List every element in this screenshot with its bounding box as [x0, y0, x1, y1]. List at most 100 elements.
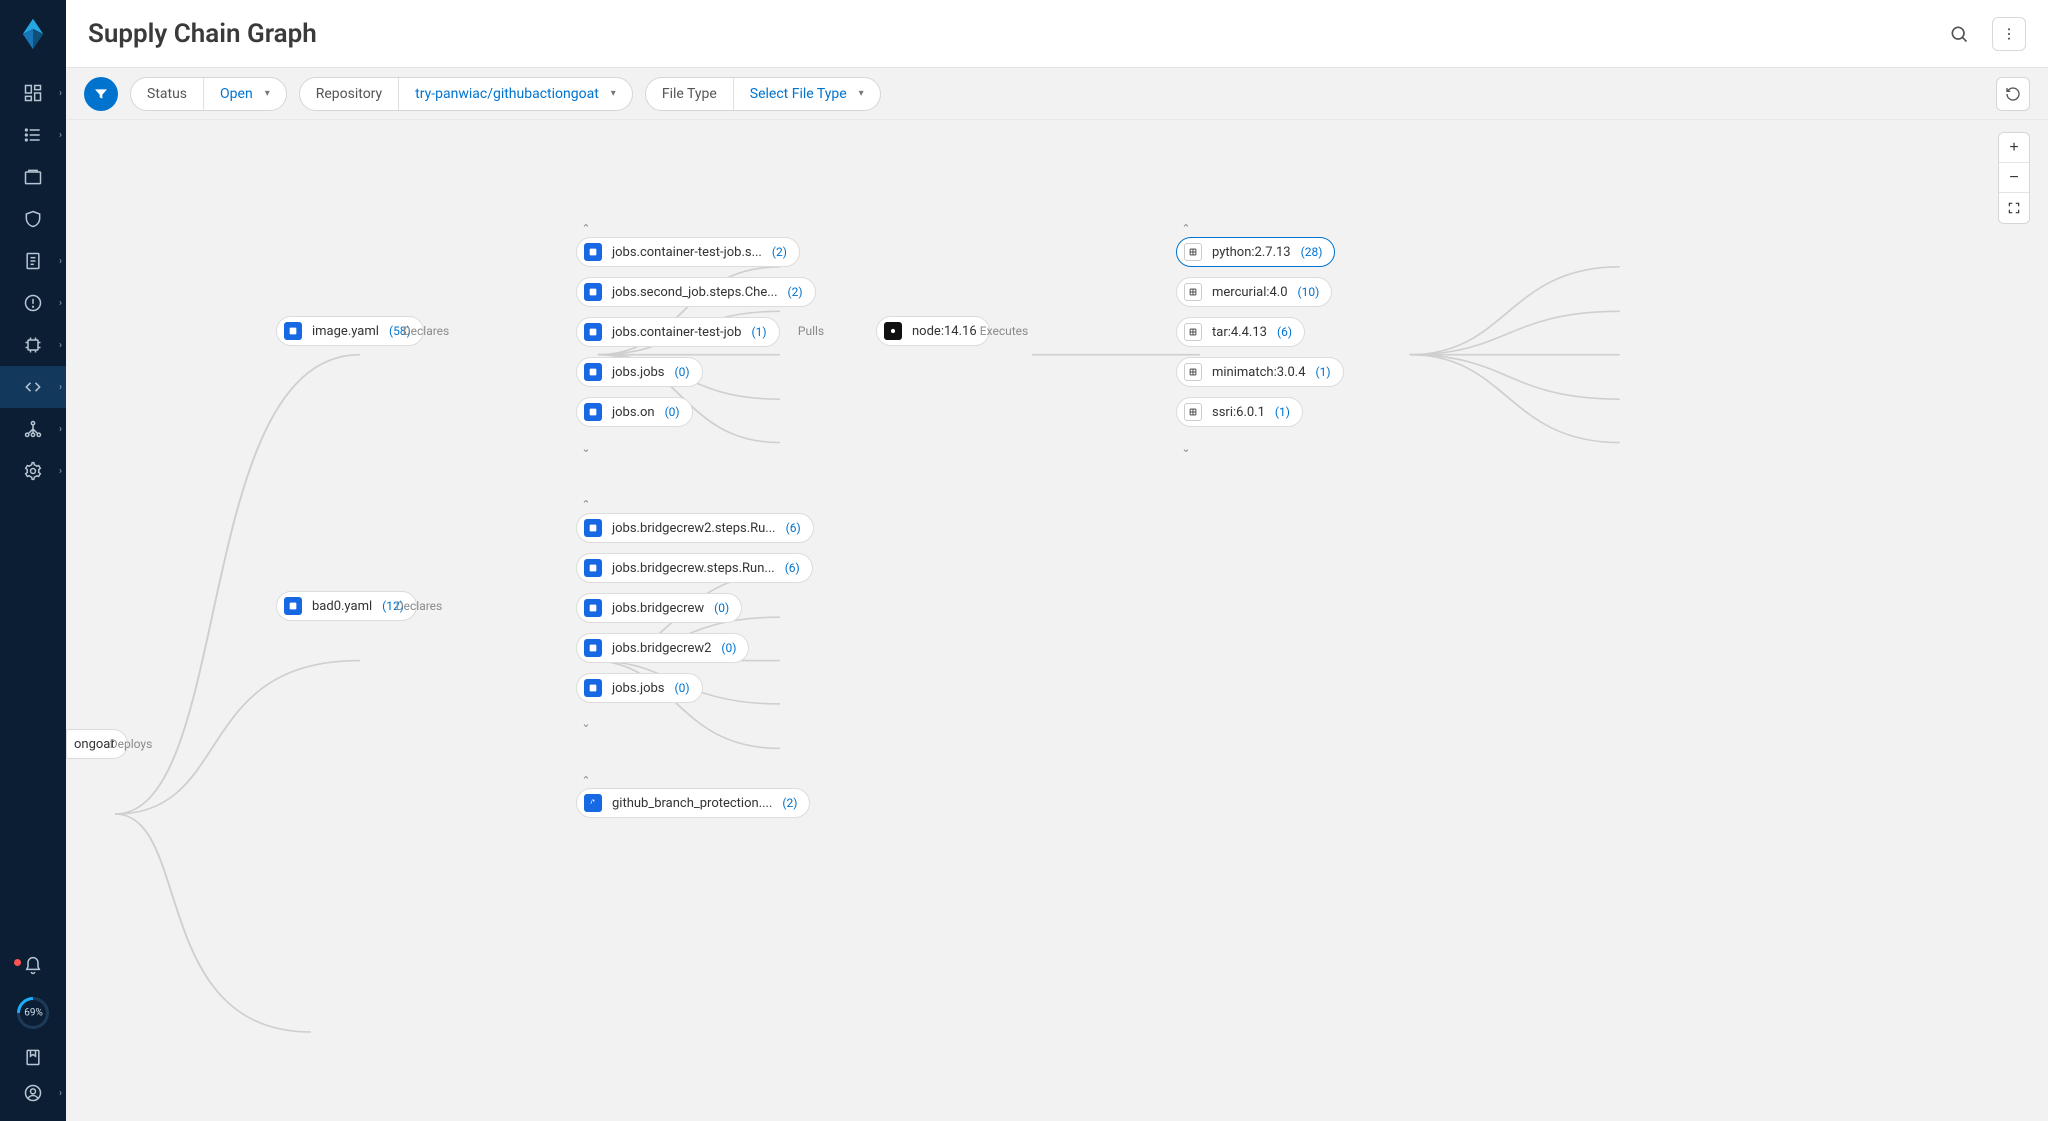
- node-count: 6: [1277, 325, 1292, 339]
- node-label: github_branch_protection....: [612, 796, 772, 811]
- collapse-up-button[interactable]: ⌃: [1181, 222, 1190, 235]
- filetype-filter[interactable]: File Type Select File Type ▾: [645, 77, 881, 111]
- node-label: jobs.bridgecrew2: [612, 641, 711, 656]
- chevron-down-icon: ▾: [265, 88, 270, 99]
- nav-alerts[interactable]: ›: [0, 282, 66, 324]
- nav-list[interactable]: ›: [0, 114, 66, 156]
- workflow-step-icon: [584, 283, 602, 301]
- node-item[interactable]: jobs.bridgecrew2 0: [576, 633, 749, 663]
- edge-label-deploys: Deploys: [110, 737, 153, 751]
- workflow-step-icon: [584, 323, 602, 341]
- node-count: 1: [1316, 365, 1331, 379]
- node-count: 2: [772, 245, 787, 259]
- reset-button[interactable]: [1996, 77, 2030, 111]
- node-count: 0: [665, 405, 680, 419]
- node-label: jobs.jobs: [612, 365, 665, 380]
- collapse-up-button[interactable]: ⌃: [581, 774, 590, 787]
- node-label: python:2.7.13: [1212, 245, 1291, 260]
- filetype-label: File Type: [662, 86, 717, 102]
- collapse-up-button[interactable]: ⌃: [581, 498, 590, 511]
- chevron-right-icon: ›: [59, 382, 62, 393]
- workflow-step-icon: [584, 599, 602, 617]
- package-icon: [1184, 283, 1202, 301]
- node-label: image.yaml: [312, 324, 379, 339]
- node-item[interactable]: tar:4.4.13 6: [1176, 317, 1305, 347]
- filetype-value: Select File Type: [750, 86, 847, 102]
- nav-account[interactable]: ›: [0, 1075, 66, 1111]
- package-icon: [1184, 243, 1202, 261]
- node-item[interactable]: jobs.bridgecrew2.steps.Ru...6: [576, 513, 814, 543]
- node-item[interactable]: jobs.bridgecrew.steps.Run...6: [576, 553, 813, 583]
- search-button[interactable]: [1942, 17, 1976, 51]
- node-item[interactable]: jobs.container-test-job.s... 2: [576, 237, 800, 267]
- workflow-step-icon: [584, 559, 602, 577]
- nav-settings[interactable]: ›: [0, 450, 66, 492]
- node-count: 0: [721, 641, 736, 655]
- node-count: 2: [782, 796, 797, 810]
- nav-notifications[interactable]: [0, 945, 66, 987]
- node-label: ssri:6.0.1: [1212, 405, 1265, 420]
- node-item[interactable]: jobs.second_job.steps.Che...2: [576, 277, 816, 307]
- status-filter[interactable]: Status Open▾: [130, 77, 287, 111]
- workflow-step-icon: [584, 794, 602, 812]
- chevron-down-icon: ▾: [859, 88, 864, 99]
- node-item[interactable]: jobs.container-test-job1: [576, 317, 780, 347]
- nav-security[interactable]: [0, 198, 66, 240]
- node-count: 0: [675, 681, 690, 695]
- repository-filter[interactable]: Repository try-panwiac/githubactiongoat ▾: [299, 77, 633, 111]
- main: Supply Chain Graph Status Open▾ Reposito…: [66, 0, 2048, 1121]
- expand-down-button[interactable]: ⌄: [581, 442, 590, 455]
- node-label: minimatch:3.0.4: [1212, 365, 1306, 380]
- nav-compute[interactable]: ›: [0, 324, 66, 366]
- node-github-branch-protection[interactable]: github_branch_protection.... 2: [576, 788, 810, 818]
- node-label: jobs.container-test-job.s...: [612, 245, 762, 260]
- node-docker-node[interactable]: node:14.16: [876, 316, 990, 346]
- node-count: 1: [1275, 405, 1290, 419]
- workflow-step-icon: [584, 679, 602, 697]
- node-item[interactable]: python:2.7.1328: [1176, 237, 1335, 267]
- docker-image-icon: [884, 322, 902, 340]
- node-count: 10: [1298, 285, 1320, 299]
- workflow-step-icon: [584, 519, 602, 537]
- package-icon: [1184, 403, 1202, 421]
- workflow-step-icon: [584, 363, 602, 381]
- chevron-down-icon: ▾: [611, 88, 616, 99]
- node-item[interactable]: jobs.on0: [576, 397, 693, 427]
- node-label: tar:4.4.13: [1212, 325, 1267, 340]
- node-item[interactable]: minimatch:3.0.4 1: [1176, 357, 1344, 387]
- node-item[interactable]: mercurial:4.0 10: [1176, 277, 1332, 307]
- node-count: 0: [675, 365, 690, 379]
- kebab-menu-button[interactable]: [1992, 17, 2026, 51]
- node-item[interactable]: jobs.jobs 0: [576, 673, 703, 703]
- expand-down-button[interactable]: ⌄: [581, 717, 590, 730]
- nav-bookmark[interactable]: [0, 1039, 66, 1075]
- node-label: jobs.second_job.steps.Che...: [612, 285, 778, 300]
- node-item[interactable]: jobs.bridgecrew0: [576, 593, 742, 623]
- filter-bar: Status Open▾ Repository try-panwiac/gith…: [66, 68, 2048, 120]
- repo-label: Repository: [316, 86, 382, 102]
- filter-icon-button[interactable]: [84, 77, 118, 111]
- workflow-step-icon: [584, 639, 602, 657]
- node-label: jobs.jobs: [612, 681, 665, 696]
- expand-down-button[interactable]: ⌄: [1181, 442, 1190, 455]
- nav-network[interactable]: ›: [0, 408, 66, 450]
- chevron-right-icon: ›: [59, 256, 62, 267]
- node-label: mercurial:4.0: [1212, 285, 1288, 300]
- node-label: jobs.bridgecrew.steps.Run...: [612, 561, 775, 576]
- chevron-right-icon: ›: [59, 424, 62, 435]
- status-value: Open: [220, 86, 253, 102]
- nav-reports[interactable]: ›: [0, 240, 66, 282]
- collapse-up-button[interactable]: ⌃: [581, 222, 590, 235]
- nav-dashboard[interactable]: ›: [0, 72, 66, 114]
- nav-projects[interactable]: [0, 156, 66, 198]
- graph-canvas[interactable]: + −: [66, 120, 2048, 1121]
- workflow-step-icon: [584, 243, 602, 261]
- node-image-yaml[interactable]: image.yaml 58: [276, 316, 424, 346]
- node-label: jobs.bridgecrew2.steps.Ru...: [612, 521, 776, 536]
- chevron-right-icon: ›: [59, 340, 62, 351]
- chevron-right-icon: ›: [59, 88, 62, 99]
- node-item[interactable]: jobs.jobs 0: [576, 357, 703, 387]
- repo-value: try-panwiac/githubactiongoat: [415, 86, 599, 102]
- node-item[interactable]: ssri:6.0.1 1: [1176, 397, 1303, 427]
- nav-code[interactable]: ›: [0, 366, 66, 408]
